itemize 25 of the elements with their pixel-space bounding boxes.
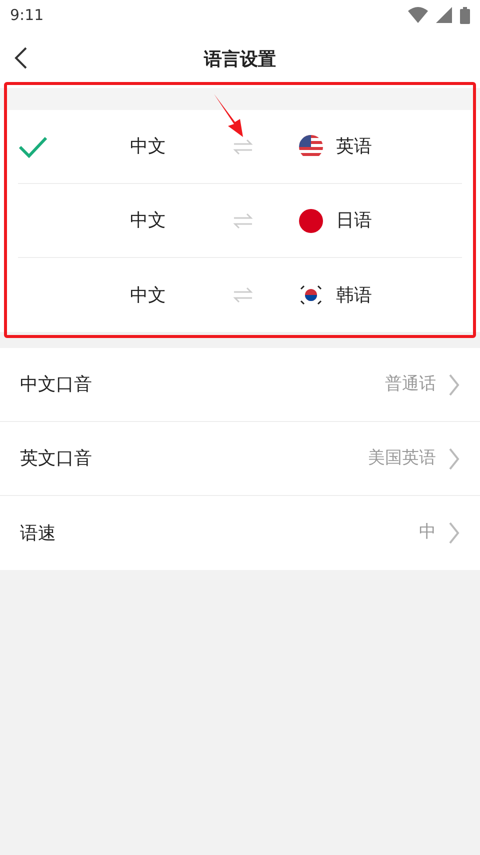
page-title: 语言设置 (204, 48, 276, 72)
setting-label: 语速 (20, 522, 56, 546)
setting-label: 中文口音 (20, 373, 92, 397)
chevron-right-icon[interactable] (448, 372, 460, 396)
target-language: 韩语 (336, 284, 372, 308)
back-icon[interactable] (14, 46, 28, 70)
swap-icon[interactable] (233, 287, 253, 303)
setting-value: 中 (419, 521, 436, 544)
flag-icon (298, 208, 324, 234)
chevron-right-icon[interactable] (448, 446, 460, 470)
target-language: 英语 (336, 135, 372, 159)
status-time: 9:11 (10, 4, 44, 26)
chevron-right-icon[interactable] (448, 521, 460, 545)
swap-icon[interactable] (233, 212, 253, 228)
swap-icon[interactable] (233, 138, 253, 154)
wifi-icon (408, 6, 428, 22)
source-language: 中文 (129, 209, 167, 233)
setting-label: 英文口音 (20, 447, 92, 471)
target-language: 日语 (336, 209, 372, 233)
signal-icon (436, 6, 452, 22)
setting-value: 普通话 (385, 372, 436, 396)
source-language: 中文 (129, 135, 167, 159)
setting-value: 美国英语 (368, 446, 436, 470)
source-language: 中文 (129, 284, 167, 308)
battery-icon (460, 6, 470, 24)
